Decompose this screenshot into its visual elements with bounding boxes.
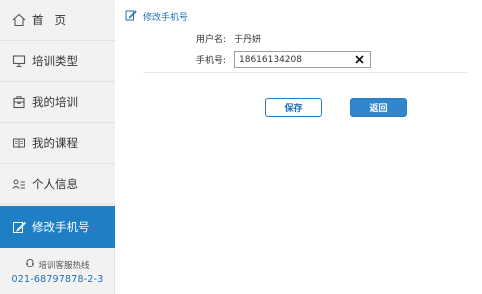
edit-icon: [12, 220, 26, 234]
username-value: 于丹妍: [234, 35, 262, 45]
main-content: 修改手机号 用户名: 于丹妍 手机号: 18616134208 保存 返回: [115, 0, 482, 294]
hotline-title: 培训客服热线: [38, 260, 90, 271]
page-header: 修改手机号: [125, 9, 188, 24]
username-label: 用户名:: [195, 35, 226, 45]
book-icon: [12, 136, 26, 150]
back-button[interactable]: 返回: [350, 98, 407, 117]
sidebar-item-label: 首页: [32, 13, 77, 27]
username-row: 用户名: 于丹妍: [180, 32, 261, 45]
sidebar-item-my-courses[interactable]: 我的课程: [0, 123, 115, 164]
edit-icon: [125, 9, 143, 24]
sidebar-item-change-phone[interactable]: 修改手机号: [0, 206, 115, 248]
sidebar: 首页 培训类型 我的培训 我的课程 个人信息 修改手机号 培训客服热线 021-…: [0, 0, 115, 294]
home-icon: [12, 13, 26, 27]
headset-icon: [25, 258, 38, 271]
divider: [143, 72, 468, 73]
user-list-icon: [12, 177, 26, 191]
save-button[interactable]: 保存: [265, 98, 322, 117]
sidebar-item-label: 我的培训: [32, 95, 78, 109]
sidebar-item-label: 修改手机号: [32, 220, 90, 234]
phone-input-value: 18616134208: [239, 54, 302, 65]
hotline-phone: 021-68797878-2-3: [11, 274, 104, 285]
sidebar-item-label: 个人信息: [32, 177, 78, 191]
hotline-block: 培训客服热线 021-68797878-2-3: [0, 255, 115, 294]
briefcase-icon: [12, 95, 26, 109]
phone-input[interactable]: 18616134208: [234, 51, 371, 68]
sidebar-item-home[interactable]: 首页: [0, 0, 115, 41]
page-title: 修改手机号: [143, 13, 189, 23]
phone-label: 手机号:: [195, 56, 226, 66]
sidebar-item-label: 我的课程: [32, 136, 78, 150]
clear-icon[interactable]: [354, 54, 365, 65]
sidebar-item-training-types[interactable]: 培训类型: [0, 41, 115, 82]
sidebar-item-my-training[interactable]: 我的培训: [0, 82, 115, 123]
sidebar-item-personal-info[interactable]: 个人信息: [0, 164, 115, 205]
sidebar-item-label: 培训类型: [32, 54, 78, 68]
monitor-icon: [12, 54, 26, 68]
phone-row: 手机号: 18616134208: [180, 51, 371, 68]
